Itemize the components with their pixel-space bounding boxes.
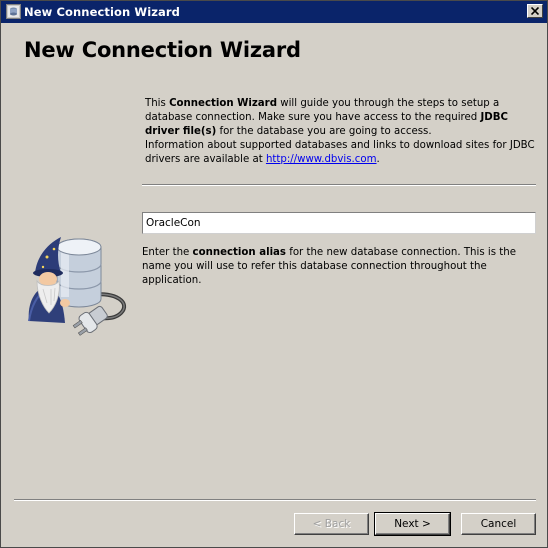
wizard-database-plug-icon: [28, 237, 127, 336]
wizard-window: New Connection Wizard New Connection Wiz…: [0, 0, 548, 548]
next-button[interactable]: Next >: [374, 512, 451, 536]
intro-text-part: This: [145, 98, 170, 109]
window-title: New Connection Wizard: [24, 5, 180, 19]
page-heading: New Connection Wizard: [24, 38, 301, 62]
cancel-button[interactable]: Cancel: [461, 513, 536, 535]
dbvis-link[interactable]: http://www.dbvis.com: [266, 154, 377, 165]
separator-bottom: [14, 499, 536, 501]
desc-text-part: Enter the: [142, 247, 193, 258]
intro-text-part: .: [376, 154, 380, 165]
intro-text: This Connection Wizard will guide you th…: [145, 97, 535, 167]
close-icon: [531, 7, 539, 15]
separator-top: [142, 184, 536, 186]
back-button[interactable]: < Back: [294, 513, 369, 535]
intro-bold-wizard: Connection Wizard: [169, 98, 278, 109]
title-bar[interactable]: New Connection Wizard: [1, 1, 547, 23]
close-button[interactable]: [527, 4, 543, 18]
app-icon: [6, 4, 21, 19]
desc-bold-alias: connection alias: [192, 247, 286, 258]
intro-text-part: for the database you are going to access…: [216, 126, 432, 137]
connection-alias-input[interactable]: [142, 212, 536, 234]
alias-description: Enter the connection alias for the new d…: [142, 246, 537, 288]
